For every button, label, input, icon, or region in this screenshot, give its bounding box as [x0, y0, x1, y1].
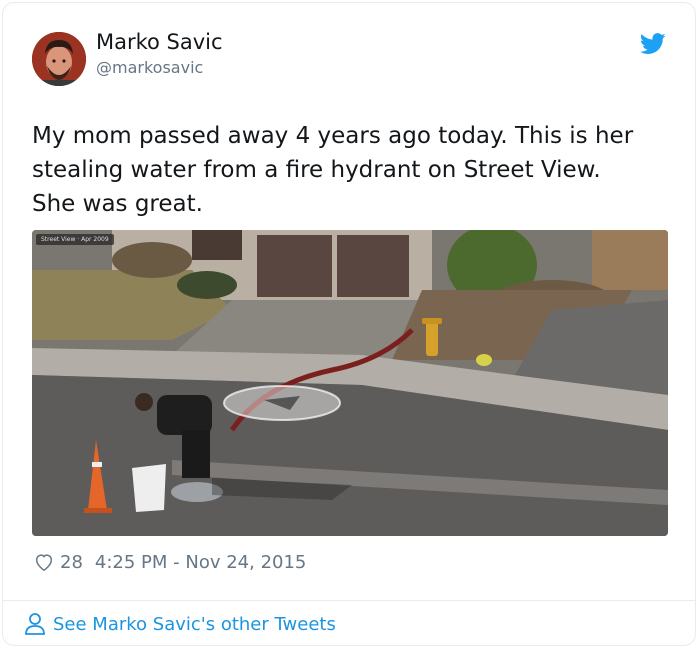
other-tweets-text: See Marko Savic's other Tweets	[53, 613, 336, 635]
like-count[interactable]: 28	[60, 552, 83, 573]
divider	[2, 600, 696, 601]
tweet-text: My mom passed away 4 years ago today. Th…	[32, 123, 634, 217]
heart-icon[interactable]	[33, 551, 55, 573]
user-handle[interactable]: @markosavic	[96, 58, 203, 77]
avatar[interactable]	[32, 32, 86, 86]
user-icon	[25, 613, 45, 635]
other-tweets-link[interactable]: See Marko Savic's other Tweets	[24, 612, 336, 636]
user-name[interactable]: Marko Savic	[96, 30, 223, 54]
streetview-label: Street View · Apr 2009	[36, 234, 114, 245]
tweet-photo[interactable]: Street View · Apr 2009	[32, 230, 668, 536]
timestamp[interactable]: 4:25 PM - Nov 24, 2015	[95, 552, 306, 573]
tweet-meta: 28 4:25 PM - Nov 24, 2015	[33, 549, 306, 575]
twitter-bird-icon[interactable]	[640, 33, 666, 55]
